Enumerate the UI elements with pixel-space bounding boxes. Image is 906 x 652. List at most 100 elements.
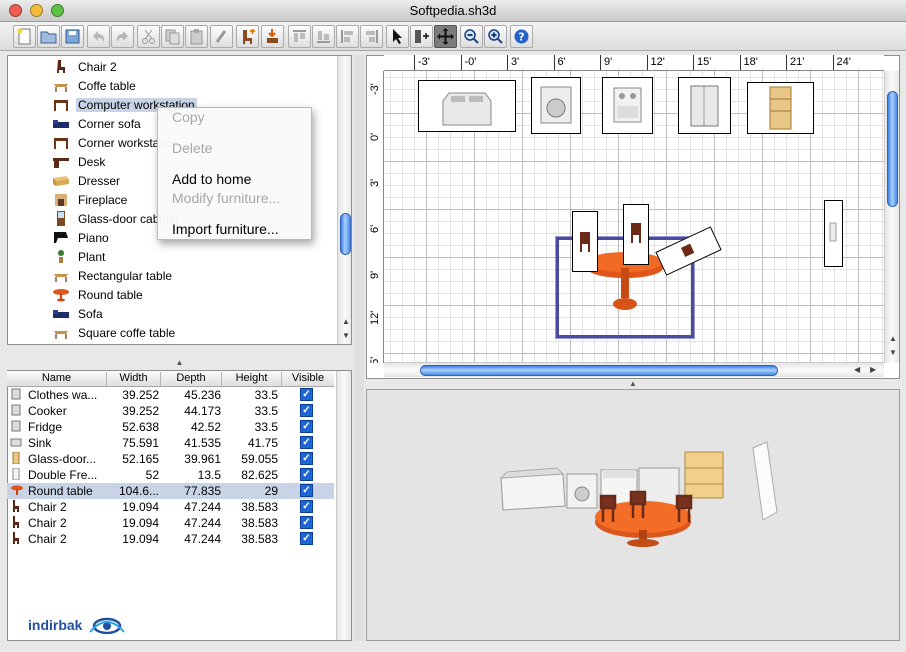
catalog-item[interactable]: Fireplace bbox=[52, 190, 129, 209]
copy-icon bbox=[165, 29, 180, 45]
visible-checkbox[interactable]: ✓ bbox=[300, 420, 313, 433]
catalog-item[interactable]: Square coffe table bbox=[52, 323, 177, 342]
scroll-down-arrow[interactable]: ▼ bbox=[342, 332, 350, 340]
visible-checkbox[interactable]: ✓ bbox=[300, 404, 313, 417]
plan-scroll-left-arrow[interactable]: ◀ bbox=[854, 366, 860, 374]
align-right-button[interactable] bbox=[360, 25, 383, 48]
chair-icon bbox=[10, 500, 22, 515]
zoom-out-button[interactable] bbox=[460, 25, 483, 48]
catalog-item[interactable]: Corner sofa bbox=[52, 114, 143, 133]
save-button[interactable] bbox=[61, 25, 84, 48]
visible-checkbox[interactable]: ✓ bbox=[300, 436, 313, 449]
catalog-item-label: Round table bbox=[78, 287, 143, 302]
open-button[interactable] bbox=[37, 25, 60, 48]
paste-button[interactable] bbox=[185, 25, 208, 48]
split-pane-divider-vertical[interactable] bbox=[354, 55, 364, 641]
undo-icon bbox=[93, 31, 105, 42]
redo-button[interactable] bbox=[111, 25, 134, 48]
catalog-scrollbar-thumb[interactable] bbox=[340, 213, 351, 255]
table-row[interactable]: Double Fre... 52 13.5 82.625 ✓ bbox=[7, 467, 334, 483]
context-menu-item[interactable]: Delete bbox=[172, 140, 212, 156]
catalog-item[interactable]: Rectangular table bbox=[52, 266, 174, 285]
table-row[interactable]: Chair 2 19.094 47.244 38.583 ✓ bbox=[7, 515, 334, 531]
plan-horizontal-scrollbar[interactable]: ◀ ▶ bbox=[384, 362, 884, 377]
plan-horizontal-scrollbar-thumb[interactable] bbox=[420, 365, 778, 376]
copy-button[interactable] bbox=[161, 25, 184, 48]
catalog-item[interactable]: Chair 2 bbox=[52, 57, 119, 76]
table-row[interactable]: Chair 2 19.094 47.244 38.583 ✓ bbox=[7, 531, 334, 547]
import-furniture-button[interactable] bbox=[261, 25, 284, 48]
plan-grid[interactable] bbox=[384, 71, 884, 363]
cell-name: Chair 2 bbox=[28, 500, 67, 514]
catalog-item[interactable]: Sofa bbox=[52, 304, 105, 323]
plan-scroll-down-arrow[interactable]: ▼ bbox=[889, 349, 897, 357]
plan-vertical-scrollbar[interactable]: ▲ ▼ bbox=[884, 71, 899, 363]
catalog-item[interactable]: Round table bbox=[52, 285, 145, 304]
plan-vertical-scrollbar-thumb[interactable] bbox=[887, 91, 898, 207]
table-row[interactable]: Fridge 52.638 42.52 33.5 ✓ bbox=[7, 419, 334, 435]
visible-checkbox[interactable]: ✓ bbox=[300, 452, 313, 465]
select-mode-button[interactable] bbox=[386, 25, 409, 48]
visible-checkbox[interactable]: ✓ bbox=[300, 468, 313, 481]
column-header-name[interactable]: Name bbox=[7, 372, 107, 386]
zoom-in-button[interactable] bbox=[484, 25, 507, 48]
plan-sink[interactable] bbox=[418, 80, 516, 132]
visible-checkbox[interactable]: ✓ bbox=[300, 388, 313, 401]
plan-clothes-washer[interactable] bbox=[531, 77, 581, 134]
plan-fridge[interactable] bbox=[678, 77, 731, 134]
delete-button[interactable] bbox=[210, 25, 233, 48]
cell-width: 52.638 bbox=[122, 420, 159, 434]
catalog-item[interactable]: Desk bbox=[52, 152, 107, 171]
3d-view-panel[interactable] bbox=[366, 389, 900, 641]
context-menu-item[interactable]: Modify furniture... bbox=[172, 190, 280, 206]
title-bar: Softpedia.sh3d bbox=[0, 0, 906, 22]
table-row[interactable]: Chair 2 19.094 47.244 38.583 ✓ bbox=[7, 499, 334, 515]
split-pane-divider-right[interactable]: ▲ bbox=[366, 379, 900, 389]
column-header-depth[interactable]: Depth bbox=[161, 372, 222, 386]
catalog-item[interactable]: Plant bbox=[52, 247, 107, 266]
table-row[interactable]: Cooker 39.252 44.173 33.5 ✓ bbox=[7, 403, 334, 419]
plan-glass-door-cabinet[interactable] bbox=[747, 82, 814, 134]
3d-scene bbox=[499, 441, 778, 547]
catalog-item[interactable]: Coffe table bbox=[52, 76, 138, 95]
plan-cooker[interactable] bbox=[602, 77, 653, 134]
context-menu-item[interactable]: Copy bbox=[172, 109, 205, 125]
context-menu-item[interactable]: Import furniture... bbox=[172, 221, 279, 237]
catalog-item[interactable]: Piano bbox=[52, 228, 111, 247]
add-furniture-button[interactable] bbox=[236, 25, 259, 48]
table-row[interactable]: Round table 104.6... 77.835 29 ✓ bbox=[7, 483, 334, 499]
table-scrollbar[interactable] bbox=[336, 371, 351, 640]
new-home-button[interactable] bbox=[13, 25, 36, 48]
help-button[interactable]: ? bbox=[510, 25, 533, 48]
create-walls-button[interactable] bbox=[410, 25, 433, 48]
column-header-width[interactable]: Width bbox=[107, 372, 161, 386]
table-row[interactable]: Glass-door... 52.165 39.961 59.055 ✓ bbox=[7, 451, 334, 467]
plan-scroll-up-arrow[interactable]: ▲ bbox=[889, 335, 897, 343]
align-bottom-button[interactable] bbox=[312, 25, 335, 48]
align-top-button[interactable] bbox=[288, 25, 311, 48]
catalog-scrollbar[interactable]: ▲ ▼ bbox=[337, 56, 351, 344]
column-header-height[interactable]: Height bbox=[222, 372, 282, 386]
plan-double-french-window[interactable] bbox=[824, 200, 843, 267]
visible-checkbox[interactable]: ✓ bbox=[300, 500, 313, 513]
table-row[interactable]: Sink 75.591 41.535 41.75 ✓ bbox=[7, 435, 334, 451]
plan-chair-1[interactable] bbox=[572, 211, 598, 272]
undo-button[interactable] bbox=[87, 25, 110, 48]
cell-depth: 77.835 bbox=[184, 484, 221, 498]
ruler-x-label: 18' bbox=[743, 56, 758, 68]
table-row[interactable]: Clothes wa... 39.252 45.236 33.5 ✓ bbox=[7, 387, 334, 403]
plan-chair-2[interactable] bbox=[623, 204, 649, 265]
visible-checkbox[interactable]: ✓ bbox=[300, 532, 313, 545]
cut-button[interactable] bbox=[137, 25, 160, 48]
scroll-up-arrow[interactable]: ▲ bbox=[342, 318, 350, 326]
catalog-item[interactable]: Dresser bbox=[52, 171, 122, 190]
visible-checkbox[interactable]: ✓ bbox=[300, 484, 313, 497]
visible-checkbox[interactable]: ✓ bbox=[300, 516, 313, 529]
split-pane-divider-left[interactable]: ▲ bbox=[7, 358, 352, 368]
pan-mode-button[interactable] bbox=[434, 25, 457, 48]
align-left-button[interactable] bbox=[336, 25, 359, 48]
plan-scroll-right-arrow[interactable]: ▶ bbox=[870, 366, 876, 374]
catalog-item-label: Fireplace bbox=[78, 192, 128, 207]
context-menu-item[interactable]: Add to home bbox=[172, 171, 251, 187]
column-header-visible[interactable]: Visible bbox=[282, 372, 334, 386]
